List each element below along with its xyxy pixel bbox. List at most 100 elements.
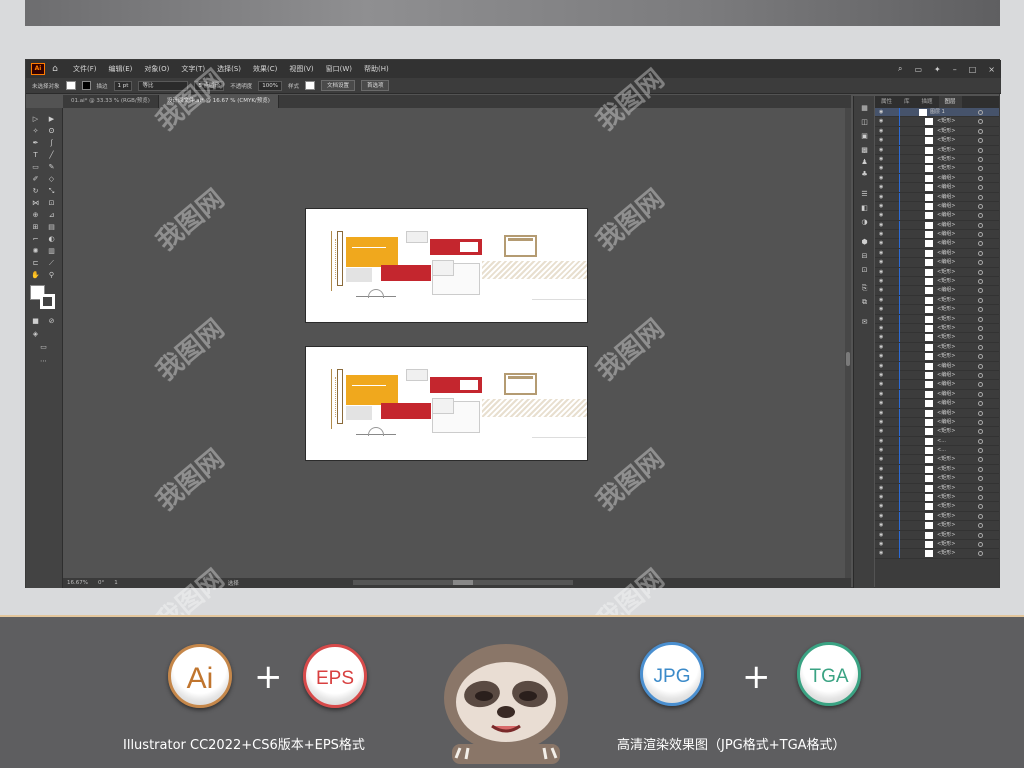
links-icon[interactable]: ⎘ xyxy=(859,284,870,293)
visibility-eye-icon[interactable]: ◉ xyxy=(879,446,883,455)
visibility-eye-icon[interactable]: ◉ xyxy=(879,127,883,136)
layer-row[interactable]: ◉ <矩形> xyxy=(875,295,999,306)
visibility-eye-icon[interactable]: ◉ xyxy=(879,193,883,202)
color-mode-icon[interactable]: ■ xyxy=(30,316,41,326)
layer-row[interactable]: ◉ <矩形> xyxy=(875,314,999,324)
layer-row[interactable]: ◉ <矩形> xyxy=(875,427,999,437)
visibility-eye-icon[interactable]: ◉ xyxy=(879,540,883,549)
target-circle-icon[interactable] xyxy=(978,185,983,191)
target-circle-icon[interactable] xyxy=(978,485,983,491)
artboard-2[interactable] xyxy=(305,346,588,461)
target-circle-icon[interactable] xyxy=(978,363,983,369)
visibility-eye-icon[interactable]: ◉ xyxy=(879,268,883,277)
document-setup-button[interactable]: 文档设置 xyxy=(320,80,355,91)
target-circle-icon[interactable] xyxy=(978,166,983,172)
target-circle-icon[interactable] xyxy=(978,551,983,557)
menu-type[interactable]: 文字(T) xyxy=(181,64,205,74)
layer-name[interactable]: <编组> xyxy=(937,221,955,230)
layer-name[interactable]: <编组> xyxy=(937,211,955,220)
target-circle-icon[interactable] xyxy=(978,410,983,416)
layer-name[interactable]: <矩形> xyxy=(937,502,955,511)
layer-row[interactable]: ◉ <... xyxy=(875,446,999,456)
layer-name[interactable]: 图层 1 xyxy=(930,108,945,117)
fill-swatch[interactable] xyxy=(65,81,76,90)
preferences-button[interactable]: 首选项 xyxy=(360,80,390,91)
layer-row[interactable]: ◉ <编组> xyxy=(875,389,999,400)
transform-icon[interactable]: ⬢ xyxy=(859,238,870,247)
maximize-icon[interactable]: □ xyxy=(969,65,977,74)
target-circle-icon[interactable] xyxy=(978,138,983,144)
pen-tool-icon[interactable]: ✒ xyxy=(30,138,41,148)
target-circle-icon[interactable] xyxy=(978,419,983,425)
arrange-icon[interactable]: ▭ xyxy=(914,65,922,74)
layer-name[interactable]: <矩形> xyxy=(937,484,955,493)
shape-builder-tool-icon[interactable]: ⊕ xyxy=(30,210,41,220)
layer-row[interactable]: ◉ <矩形> xyxy=(875,323,999,334)
rotate-view-field[interactable]: 0° xyxy=(98,580,104,586)
lasso-tool-icon[interactable]: ʘ xyxy=(46,126,57,136)
target-circle-icon[interactable] xyxy=(978,232,983,238)
draw-mode-icon[interactable]: ◈ xyxy=(30,329,41,339)
none-color-icon[interactable]: ⊘ xyxy=(46,316,57,326)
visibility-eye-icon[interactable]: ◉ xyxy=(879,315,883,324)
target-circle-icon[interactable] xyxy=(978,203,983,209)
comments-icon[interactable]: ✉ xyxy=(859,318,870,327)
style-swatch[interactable] xyxy=(304,81,315,90)
selection-tool-icon[interactable]: ▷ xyxy=(30,114,41,124)
layer-name[interactable]: <编组> xyxy=(937,380,955,389)
tab-libraries[interactable]: 库 xyxy=(898,96,916,108)
layer-row[interactable]: ◉ <矩形> xyxy=(875,277,999,287)
align-icon[interactable]: ⊟ xyxy=(859,252,870,261)
canvas-area[interactable] xyxy=(63,108,851,578)
layer-name[interactable]: <编组> xyxy=(937,399,955,408)
layer-name[interactable]: <编组> xyxy=(937,239,955,248)
target-circle-icon[interactable] xyxy=(978,438,983,444)
artboard-tool-icon[interactable]: ⊏ xyxy=(30,258,41,268)
layer-row[interactable]: ◉ <编组> xyxy=(875,380,999,390)
layer-row[interactable]: ◉ <编组> xyxy=(875,211,999,221)
layer-name[interactable]: <矩形> xyxy=(937,268,955,277)
layer-name[interactable]: <矩形> xyxy=(937,352,955,361)
visibility-eye-icon[interactable]: ◉ xyxy=(879,174,883,183)
menu-help[interactable]: 帮助(H) xyxy=(364,64,389,74)
visibility-eye-icon[interactable]: ◉ xyxy=(879,521,883,530)
eraser-tool-icon[interactable]: ◇ xyxy=(46,174,57,184)
tab-layers[interactable]: 图层 xyxy=(938,96,962,108)
target-circle-icon[interactable] xyxy=(978,466,983,472)
layer-name[interactable]: <矩形> xyxy=(937,455,955,464)
perspective-tool-icon[interactable]: ⊿ xyxy=(46,210,57,220)
layer-row[interactable]: ◉ <编组> xyxy=(875,192,999,202)
layer-name[interactable]: <矩形> xyxy=(937,465,955,474)
layer-row[interactable]: ◉ <编组> xyxy=(875,183,999,193)
tab-stroke[interactable]: 描题 xyxy=(916,96,939,108)
appearance-icon[interactable]: ◑ xyxy=(859,218,870,227)
layer-row[interactable]: ◉ <矩形> xyxy=(875,117,999,127)
column-graph-tool-icon[interactable]: ▥ xyxy=(46,246,57,256)
layer-row[interactable]: ◉ <矩形> xyxy=(875,305,999,315)
visibility-eye-icon[interactable]: ◉ xyxy=(879,277,883,286)
layer-row[interactable]: ◉ <矩形> xyxy=(875,126,999,137)
visibility-eye-icon[interactable]: ◉ xyxy=(879,249,883,258)
brush-field[interactable]: 5 点圆形 xyxy=(194,80,225,91)
curvature-tool-icon[interactable]: ʃ xyxy=(46,138,57,148)
mesh-tool-icon[interactable]: ⊞ xyxy=(30,222,41,232)
layer-row[interactable]: ◉ <矩形> xyxy=(875,464,999,475)
visibility-eye-icon[interactable]: ◉ xyxy=(879,484,883,493)
menu-object[interactable]: 对象(O) xyxy=(144,64,169,74)
direct-selection-tool-icon[interactable]: ▶ xyxy=(46,114,57,124)
target-circle-icon[interactable] xyxy=(978,513,983,519)
visibility-eye-icon[interactable]: ◉ xyxy=(879,502,883,511)
menu-effect[interactable]: 效果(C) xyxy=(253,64,277,74)
target-circle-icon[interactable] xyxy=(978,316,983,322)
visibility-eye-icon[interactable]: ◉ xyxy=(879,390,883,399)
layer-row[interactable]: ◉ <编组> xyxy=(875,370,999,381)
layer-row[interactable]: ◉ <矩形> xyxy=(875,333,999,343)
target-circle-icon[interactable] xyxy=(978,325,983,331)
layer-row[interactable]: ◉ <矩形> xyxy=(875,539,999,550)
slice-tool-icon[interactable]: ⟋ xyxy=(46,258,57,268)
target-circle-icon[interactable] xyxy=(978,297,983,303)
target-circle-icon[interactable] xyxy=(978,260,983,266)
menu-select[interactable]: 选择(S) xyxy=(217,64,241,74)
visibility-eye-icon[interactable]: ◉ xyxy=(879,202,883,211)
target-circle-icon[interactable] xyxy=(978,448,983,454)
